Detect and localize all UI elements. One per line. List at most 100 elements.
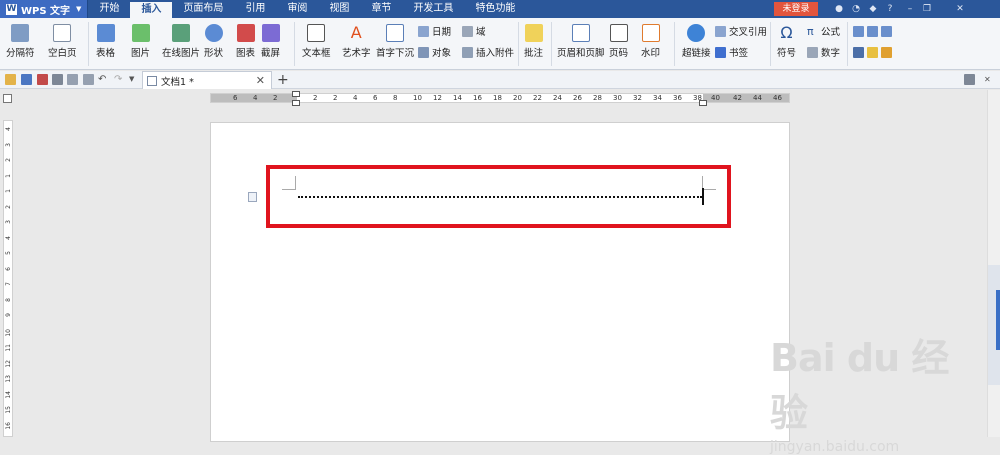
ruler-tick-label: 7 xyxy=(5,282,12,286)
ruler-tick-label: 2 xyxy=(5,158,12,162)
login-button[interactable]: 未登录 xyxy=(774,2,818,16)
field-button[interactable]: 域 xyxy=(462,23,486,39)
vertical-ruler[interactable]: 4 3 2 1 1 2 3 4 5 6 7 8 9 10 11 12 13 14 15 16 xyxy=(3,120,13,437)
ruler-tick-label: 15 xyxy=(5,406,12,414)
dropcap-button[interactable]: 首字下沉 xyxy=(376,20,414,59)
restore-icon[interactable]: ❐ xyxy=(922,4,932,14)
crossref-button[interactable]: 交叉引用 xyxy=(715,23,767,39)
vertical-scrollbar[interactable] xyxy=(987,90,1000,437)
tab-start[interactable]: 开始 xyxy=(88,0,130,18)
ruler-tick-label: 34 xyxy=(653,94,662,102)
blank-page-button[interactable]: 空白页 xyxy=(48,20,77,59)
picture-button[interactable]: 图片 xyxy=(131,20,150,59)
attachment-button[interactable]: 插入附件 xyxy=(462,44,514,60)
app-menu-button[interactable]: W WPS 文字 ▼ xyxy=(0,0,89,18)
customize-icon[interactable]: ▼ xyxy=(129,74,140,85)
ruler-tick-label: 26 xyxy=(573,94,582,102)
page-break-icon xyxy=(11,24,30,42)
tab-stop-selector[interactable] xyxy=(3,94,12,103)
tab-developer[interactable]: 开发工具 xyxy=(402,0,464,18)
ruler-tick-label: 14 xyxy=(453,94,462,102)
formula-button[interactable]: π 公式 xyxy=(807,23,840,39)
close-window-icon[interactable]: ✕ xyxy=(955,4,965,14)
date-button[interactable]: 日期 xyxy=(418,23,451,39)
page-number-icon xyxy=(609,24,628,42)
export-pdf-icon[interactable] xyxy=(37,74,48,85)
object-button[interactable]: 对象 xyxy=(418,44,451,60)
tab-page-layout[interactable]: 页面布局 xyxy=(172,0,234,18)
symbol-button[interactable]: Ω 符号 xyxy=(777,20,796,60)
ruler-tick-label: 40 xyxy=(711,94,720,102)
comment-icon xyxy=(524,24,543,42)
dropcap-icon xyxy=(386,24,404,42)
ruler-tick-label: 4 xyxy=(5,127,12,131)
ruler-tick-label: 3 xyxy=(5,220,12,224)
tab-view[interactable]: 视图 xyxy=(318,0,360,18)
table-icon xyxy=(96,24,115,42)
textbox-icon xyxy=(307,24,326,42)
ruler-tick-label: 30 xyxy=(613,94,622,102)
ruler-tick-label: 18 xyxy=(493,94,502,102)
ruler-tick-label: 8 xyxy=(393,94,398,102)
form-control-1[interactable] xyxy=(853,23,895,39)
help-icon[interactable]: ? xyxy=(885,4,895,14)
attachment-icon xyxy=(462,46,473,58)
tab-review[interactable]: 审阅 xyxy=(276,0,318,18)
screenshot-icon xyxy=(261,24,280,42)
redo-icon[interactable]: ↷ xyxy=(114,74,125,85)
new-tab-button[interactable]: + xyxy=(277,71,289,89)
minimize-icon[interactable]: – xyxy=(905,4,915,14)
left-indent-marker[interactable] xyxy=(292,100,300,106)
comment-button[interactable]: 批注 xyxy=(524,20,543,59)
ruler-tick-label: 6 xyxy=(373,94,378,102)
settings-icon[interactable]: ● xyxy=(834,4,844,14)
ruler-tick-label: 16 xyxy=(5,421,12,430)
ruler-tick-label: 1 xyxy=(5,173,12,178)
eraser-icon xyxy=(867,46,878,58)
tab-references[interactable]: 引用 xyxy=(234,0,276,18)
bookmark-button[interactable]: 书签 xyxy=(715,44,748,60)
save-icon[interactable] xyxy=(21,74,32,85)
shape-button[interactable]: 形状 xyxy=(204,20,223,59)
collapse-icon[interactable]: ✕ xyxy=(984,74,995,85)
ruler-tick-label: 36 xyxy=(673,94,682,102)
wordart-button[interactable]: A 艺术字 xyxy=(342,20,371,60)
screenshot-button[interactable]: 截屏 xyxy=(261,20,280,59)
crossref-icon xyxy=(715,25,726,37)
form-control-2[interactable] xyxy=(853,44,895,60)
first-line-indent-marker[interactable] xyxy=(292,91,300,97)
ruler-tick-label: 6 xyxy=(5,266,12,271)
chart-icon xyxy=(236,24,255,42)
object-icon xyxy=(418,46,429,58)
header-footer-icon xyxy=(571,24,590,42)
date-icon xyxy=(418,25,429,37)
online-picture-icon xyxy=(172,24,190,42)
print-preview-icon[interactable] xyxy=(67,74,78,85)
open-icon[interactable] xyxy=(5,74,16,85)
header-footer-button[interactable]: 页眉和页脚 xyxy=(557,20,605,59)
table-button[interactable]: 表格 xyxy=(96,20,115,59)
skin-icon[interactable]: ◆ xyxy=(868,4,878,14)
format-painter-icon[interactable] xyxy=(83,74,94,85)
panel-toggle-icon[interactable] xyxy=(964,74,975,85)
page-break-button[interactable]: 分隔符 xyxy=(6,20,35,59)
right-indent-marker[interactable] xyxy=(699,100,707,106)
tab-section[interactable]: 章节 xyxy=(360,0,402,18)
undo-icon[interactable]: ↶ xyxy=(98,74,109,85)
close-tab-icon[interactable]: ✕ xyxy=(256,74,265,87)
textbox-button[interactable]: 文本框 xyxy=(302,20,331,59)
hyperlink-button[interactable]: 超链接 xyxy=(682,20,711,59)
document-tab[interactable]: 文档1 * ✕ xyxy=(142,71,272,89)
number-button[interactable]: 数字 xyxy=(807,44,840,60)
watermark-button[interactable]: 水印 xyxy=(641,20,660,59)
ruler-tick-label: 42 xyxy=(733,94,742,102)
tab-special[interactable]: 特色功能 xyxy=(464,0,526,18)
page-number-button[interactable]: 页码 xyxy=(609,20,628,59)
side-panel-handle[interactable] xyxy=(996,290,1000,350)
print-icon[interactable] xyxy=(52,74,63,85)
chart-button[interactable]: 图表 xyxy=(236,20,255,59)
form-settings-icon xyxy=(853,46,864,58)
sync-icon[interactable]: ◔ xyxy=(851,4,861,14)
online-picture-button[interactable]: 在线图片 xyxy=(162,20,200,59)
tab-insert[interactable]: 插入 xyxy=(130,2,173,18)
